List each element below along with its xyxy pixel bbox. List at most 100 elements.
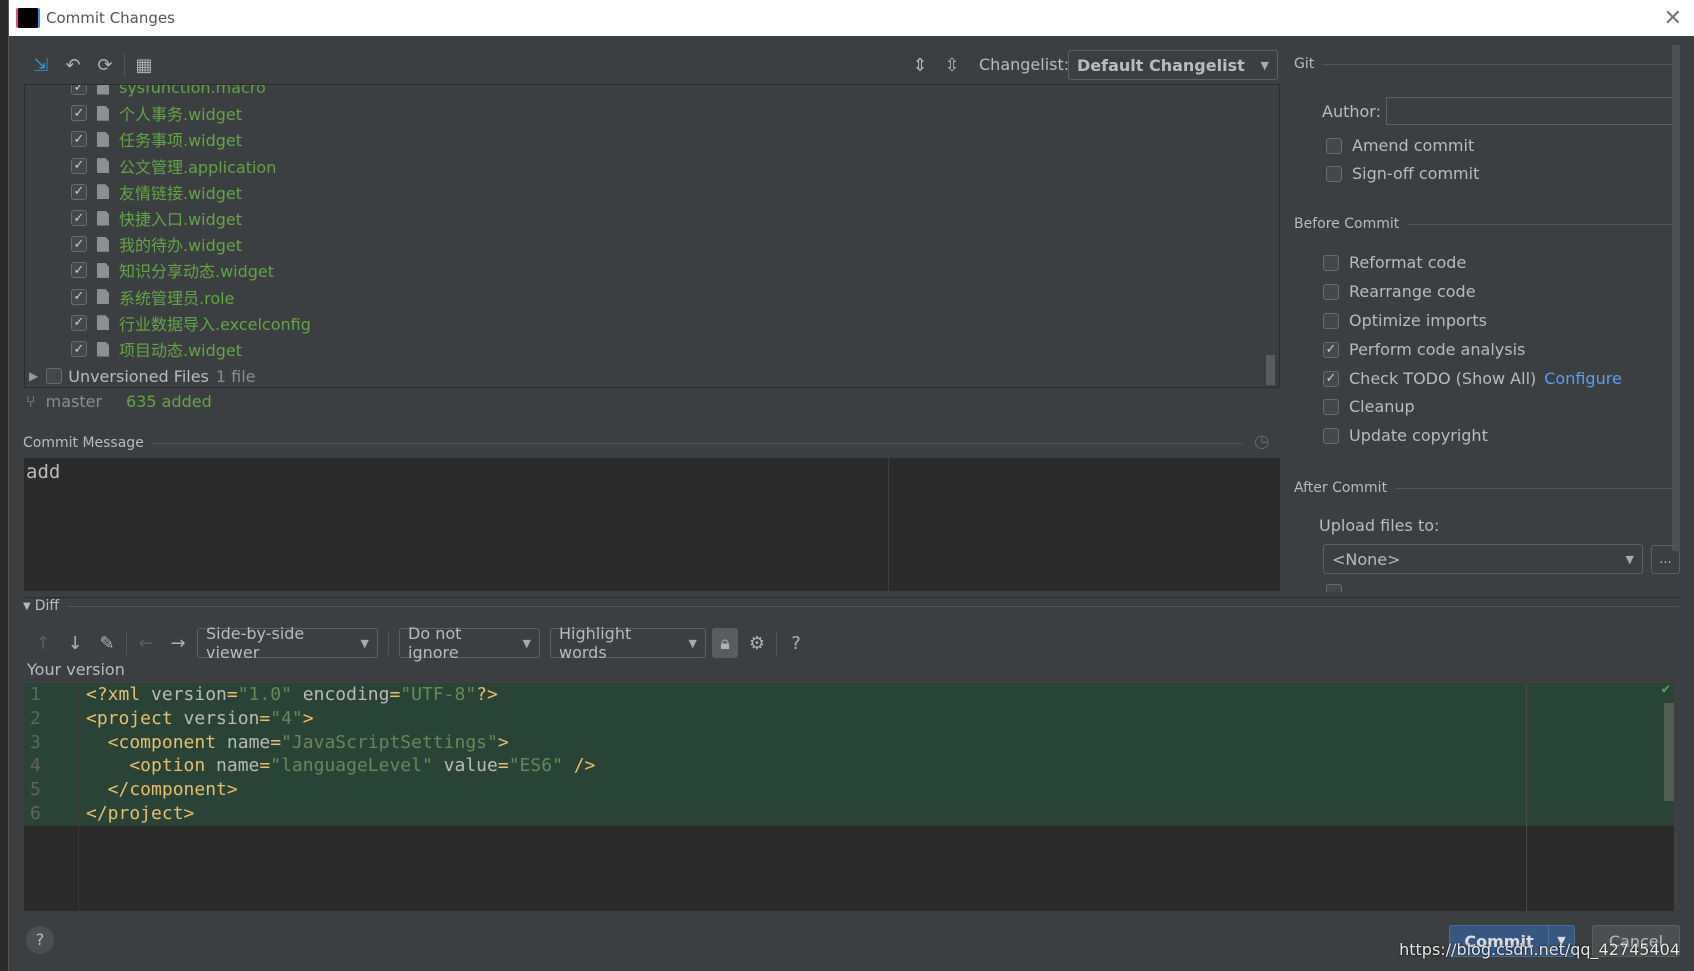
before-commit-option[interactable]: Cleanup bbox=[1323, 397, 1415, 416]
option-checkbox[interactable]: ✓ bbox=[1323, 341, 1339, 358]
collapse-arrow-icon[interactable]: ▼ bbox=[23, 601, 31, 612]
collapse-all-icon[interactable]: ⇳ bbox=[939, 52, 965, 78]
next-diff-icon[interactable]: ↓ bbox=[62, 630, 88, 656]
option-checkbox[interactable] bbox=[1323, 398, 1339, 415]
history-clock-icon[interactable]: ◷ bbox=[1254, 431, 1270, 452]
before-commit-option[interactable]: Optimize imports bbox=[1323, 311, 1487, 330]
code-token: "JavaScriptSettings" bbox=[281, 731, 498, 753]
unversioned-checkbox[interactable] bbox=[46, 368, 63, 384]
before-commit-option[interactable]: ✓ Check TODO (Show All) Configure bbox=[1323, 369, 1622, 388]
file-row[interactable]: ✓ 快捷入口.widget bbox=[71, 205, 242, 231]
amend-commit-option[interactable]: Amend commit bbox=[1326, 136, 1474, 155]
file-checkbox[interactable]: ✓ bbox=[71, 131, 87, 148]
lock-icon[interactable]: 🔒︎ bbox=[712, 628, 738, 658]
highlight-dropdown[interactable]: Highlight words ▼ bbox=[550, 624, 706, 662]
option-checkbox[interactable] bbox=[1323, 312, 1339, 329]
rollback-icon[interactable]: ↶ bbox=[60, 52, 86, 78]
file-row[interactable]: ✓ 知识分享动态.widget bbox=[71, 257, 274, 283]
editor-scrollbar[interactable] bbox=[1664, 703, 1674, 801]
before-commit-option[interactable]: Rearrange code bbox=[1323, 282, 1476, 301]
prev-diff-icon[interactable]: ↑ bbox=[30, 630, 56, 656]
file-checkbox[interactable]: ✓ bbox=[71, 183, 87, 200]
file-checkbox[interactable]: ✓ bbox=[71, 288, 87, 305]
changelist-dropdown[interactable]: Default Changelist ▼ bbox=[1068, 50, 1278, 80]
file-checkbox[interactable]: ✓ bbox=[71, 105, 87, 122]
tree-scrollbar[interactable] bbox=[1266, 355, 1275, 385]
ignore-dropdown[interactable]: Do not ignore ▼ bbox=[399, 624, 540, 662]
file-row[interactable]: ✓ 行业数据导入.excelconfig bbox=[71, 310, 311, 336]
show-diff-icon[interactable]: ⇲ bbox=[28, 52, 54, 78]
git-section-header: Git bbox=[1294, 56, 1674, 72]
before-commit-option[interactable]: Reformat code bbox=[1323, 253, 1466, 272]
file-row[interactable]: ✓ 我的待办.widget bbox=[71, 231, 242, 257]
signoff-commit-option[interactable]: Sign-off commit bbox=[1326, 164, 1479, 183]
file-row[interactable]: ✓ 项目动态.widget bbox=[71, 336, 242, 362]
commit-message-input[interactable]: add bbox=[24, 458, 1280, 591]
branch-icon: ⑂ bbox=[26, 392, 36, 411]
before-commit-option[interactable]: Update copyright bbox=[1323, 426, 1488, 445]
clipped-option bbox=[1323, 584, 1673, 592]
option-checkbox[interactable]: ✓ bbox=[1323, 370, 1339, 387]
file-checkbox[interactable]: ✓ bbox=[71, 210, 87, 226]
file-checkbox[interactable]: ✓ bbox=[71, 314, 87, 331]
line-number: 4 bbox=[30, 755, 41, 777]
line-content: </component> bbox=[86, 778, 238, 802]
line-number: 1 bbox=[30, 684, 41, 705]
file-row[interactable]: ✓ 友情链接.widget bbox=[71, 179, 242, 205]
edit-source-icon[interactable]: ✎ bbox=[94, 630, 120, 656]
option-checkbox[interactable] bbox=[1323, 254, 1339, 271]
group-by-icon[interactable]: ▦ bbox=[131, 52, 157, 78]
file-checkbox[interactable]: ✓ bbox=[71, 85, 87, 95]
right-panel-scrollbar[interactable] bbox=[1672, 45, 1680, 551]
file-name: 项目动态.widget bbox=[119, 341, 243, 360]
code-line: 4 <option name="languageLevel" value="ES… bbox=[24, 754, 1674, 778]
file-row[interactable]: ✓ 系统管理员.role bbox=[71, 284, 234, 310]
unversioned-files-node[interactable]: ▶ Unversioned Files 1 file bbox=[29, 363, 256, 387]
file-checkbox[interactable]: ✓ bbox=[71, 157, 87, 174]
code-token: > bbox=[497, 731, 509, 753]
signoff-checkbox[interactable] bbox=[1326, 165, 1342, 182]
file-row[interactable]: ✓ sysfunction.macro bbox=[71, 85, 266, 100]
file-icon bbox=[97, 289, 109, 305]
code-token: = bbox=[389, 684, 401, 705]
upload-dropdown[interactable]: <None> ▼ bbox=[1323, 544, 1643, 574]
amend-label: Amend commit bbox=[1352, 136, 1475, 155]
branch-name: master bbox=[45, 392, 103, 411]
file-checkbox[interactable]: ✓ bbox=[71, 262, 87, 279]
before-commit-option[interactable]: ✓ Perform code analysis bbox=[1323, 340, 1525, 359]
file-row[interactable]: ✓ 个人事务.widget bbox=[71, 100, 242, 126]
highlight-value: Highlight words bbox=[559, 624, 632, 662]
code-token: value bbox=[432, 755, 498, 777]
file-row[interactable]: ✓ 公文管理.application bbox=[71, 153, 276, 179]
diff-label: Diff bbox=[34, 598, 60, 614]
amend-checkbox[interactable] bbox=[1326, 137, 1342, 154]
file-checkbox[interactable]: ✓ bbox=[71, 341, 87, 357]
prev-file-icon[interactable]: ← bbox=[133, 630, 159, 656]
title-bar: Commit Changes bbox=[9, 0, 1694, 36]
help-button[interactable]: ? bbox=[26, 926, 54, 954]
diff-header[interactable]: ▼ Diff bbox=[23, 598, 1679, 614]
expand-arrow-icon[interactable]: ▶ bbox=[29, 369, 38, 383]
file-row[interactable]: ✓ 任务事项.widget bbox=[71, 126, 242, 152]
window-title: Commit Changes bbox=[46, 9, 175, 27]
viewer-dropdown[interactable]: Side-by-side viewer ▼ bbox=[197, 624, 378, 662]
file-name: 个人事务.widget bbox=[119, 105, 243, 125]
gear-icon[interactable]: ⚙ bbox=[744, 630, 770, 656]
next-file-icon[interactable]: → bbox=[165, 630, 191, 656]
changelist-value: Default Changelist bbox=[1077, 55, 1245, 75]
upload-label: Upload files to: bbox=[1319, 516, 1440, 535]
expand-all-icon[interactable]: ⇕ bbox=[907, 52, 933, 78]
close-icon[interactable]: ✕ bbox=[1664, 6, 1682, 31]
refresh-icon[interactable]: ⟳ bbox=[92, 52, 118, 78]
configure-link[interactable]: Configure bbox=[1544, 369, 1622, 388]
diff-help-icon[interactable]: ? bbox=[783, 630, 809, 656]
file-icon bbox=[97, 105, 109, 121]
line-content: <project version="4"> bbox=[86, 707, 314, 731]
option-checkbox[interactable] bbox=[1323, 283, 1339, 300]
option-label: Update copyright bbox=[1349, 426, 1488, 445]
diff-editor[interactable]: 1 <?xml version="1.0" encoding="UTF-8"?> 2… bbox=[24, 681, 1674, 911]
option-label: Cleanup bbox=[1349, 397, 1415, 416]
file-checkbox[interactable]: ✓ bbox=[71, 236, 87, 253]
author-input[interactable] bbox=[1386, 97, 1677, 125]
option-checkbox[interactable] bbox=[1323, 427, 1339, 444]
